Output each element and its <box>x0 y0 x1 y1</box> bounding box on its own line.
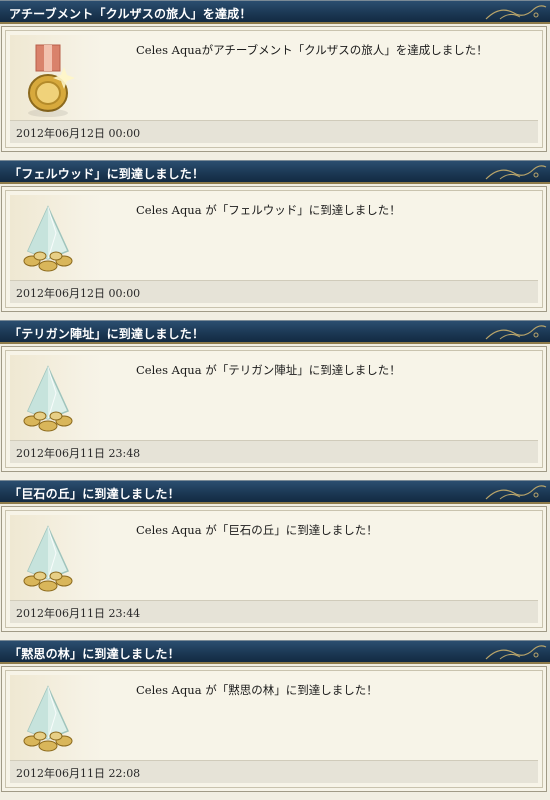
entry-title-bar: 「黙思の林」に到達しました！ <box>0 640 550 664</box>
entry-card-inner: Celes Aqua が「巨石の丘」に到達しました！ 2012年06月11日 2… <box>5 510 543 628</box>
entry-thumbnail <box>10 195 105 285</box>
entry-timestamp-bar: 2012年06月11日 23:48 <box>10 440 538 463</box>
entry-thumbnail <box>10 355 105 445</box>
entry-title: 「巨石の丘」に到達しました！ <box>9 487 180 501</box>
feed-entry: アチーブメント「クルザスの旅人」を達成！ Celes Aquaがアチーブメント「… <box>0 0 550 160</box>
entry-timestamp-bar: 2012年06月12日 00:00 <box>10 280 538 303</box>
feed-entry: 「フェルウッド」に到達しました！ Celes Aqua が「フェルウッド」に到達… <box>0 160 550 320</box>
ornament-flourish-icon <box>485 165 547 180</box>
entry-card-inner: Celes Aqua が「フェルウッド」に到達しました！ 2012年06月12日… <box>5 190 543 308</box>
entry-card: Celes Aqua が「巨石の丘」に到達しました！ 2012年06月11日 2… <box>1 506 547 632</box>
ornament-flourish-icon <box>485 5 547 20</box>
entry-card: Celes Aqua が「テリガン陣址」に到達しました！ 2012年06月11日… <box>1 346 547 472</box>
crystal-icon <box>23 205 73 272</box>
feed-entry: 「テリガン陣址」に到達しました！ Celes Aqua が「テリガン陣址」に到達… <box>0 320 550 480</box>
entry-title: 「黙思の林」に到達しました！ <box>9 647 180 661</box>
entry-message: Celes Aqua が「巨石の丘」に到達しました！ <box>136 523 378 537</box>
crystal-icon <box>23 365 73 432</box>
entry-card: Celes Aquaがアチーブメント「クルザスの旅人」を達成しました！ 2012… <box>1 26 547 152</box>
entry-title: アチーブメント「クルザスの旅人」を達成！ <box>9 7 252 21</box>
entry-card-inner: Celes Aquaがアチーブメント「クルザスの旅人」を達成しました！ 2012… <box>5 30 543 148</box>
entry-message: Celes Aqua が「フェルウッド」に到達しました！ <box>136 203 401 217</box>
entry-thumbnail <box>10 675 105 765</box>
entry-title-bar: 「巨石の丘」に到達しました！ <box>0 480 550 504</box>
crystal-icon <box>23 525 73 592</box>
entry-card: Celes Aqua が「黙思の林」に到達しました！ 2012年06月11日 2… <box>1 666 547 792</box>
entry-timestamp-bar: 2012年06月11日 23:44 <box>10 600 538 623</box>
entry-timestamp-bar: 2012年06月12日 00:00 <box>10 120 538 143</box>
crystal-icon <box>23 685 73 752</box>
medal-icon <box>28 44 75 117</box>
entry-message: Celes Aquaがアチーブメント「クルザスの旅人」を達成しました！ <box>136 43 488 57</box>
feed-entry: 「黙思の林」に到達しました！ Celes Aqua が「黙思の林」に到達しました… <box>0 640 550 800</box>
entry-card: Celes Aqua が「フェルウッド」に到達しました！ 2012年06月12日… <box>1 186 547 312</box>
entry-message: Celes Aqua が「テリガン陣址」に到達しました！ <box>136 363 401 377</box>
entry-timestamp-bar: 2012年06月11日 22:08 <box>10 760 538 783</box>
entry-title: 「フェルウッド」に到達しました！ <box>9 167 205 181</box>
activity-feed: アチーブメント「クルザスの旅人」を達成！ Celes Aquaがアチーブメント「… <box>0 0 550 800</box>
entry-timestamp: 2012年06月12日 00:00 <box>16 127 141 140</box>
entry-thumbnail <box>10 515 105 605</box>
entry-title-bar: 「フェルウッド」に到達しました！ <box>0 160 550 184</box>
entry-title: 「テリガン陣址」に到達しました！ <box>9 327 205 341</box>
entry-thumbnail <box>10 35 105 125</box>
entry-title-bar: アチーブメント「クルザスの旅人」を達成！ <box>0 0 550 24</box>
feed-entry: 「巨石の丘」に到達しました！ Celes Aqua が「巨石の丘」に到達しました… <box>0 480 550 640</box>
entry-title-bar: 「テリガン陣址」に到達しました！ <box>0 320 550 344</box>
entry-timestamp: 2012年06月11日 23:44 <box>16 607 141 620</box>
ornament-flourish-icon <box>485 645 547 660</box>
entry-card-inner: Celes Aqua が「テリガン陣址」に到達しました！ 2012年06月11日… <box>5 350 543 468</box>
entry-timestamp: 2012年06月12日 00:00 <box>16 287 141 300</box>
ornament-flourish-icon <box>485 325 547 340</box>
entry-timestamp: 2012年06月11日 23:48 <box>16 447 141 460</box>
entry-message: Celes Aqua が「黙思の林」に到達しました！ <box>136 683 378 697</box>
ornament-flourish-icon <box>485 485 547 500</box>
entry-card-inner: Celes Aqua が「黙思の林」に到達しました！ 2012年06月11日 2… <box>5 670 543 788</box>
entry-timestamp: 2012年06月11日 22:08 <box>16 767 141 780</box>
